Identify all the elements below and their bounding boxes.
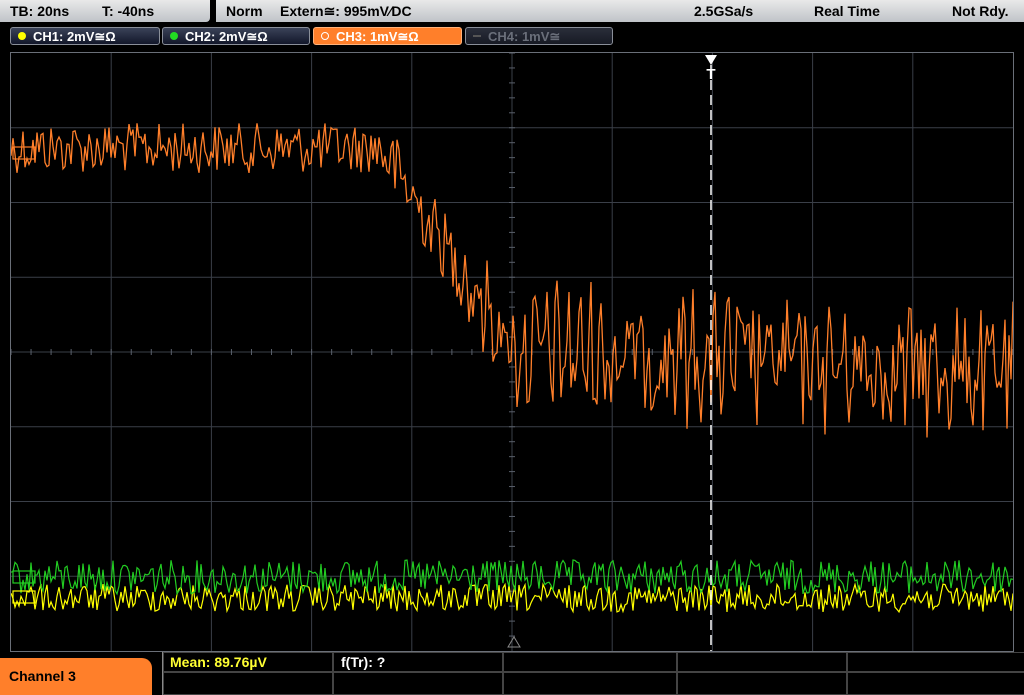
measurement-cell[interactable] <box>503 652 677 672</box>
measurement-cell[interactable] <box>677 652 847 672</box>
trigger-marker-label: T <box>706 66 715 83</box>
channel-1-label: CH1: 2mV≅Ω <box>33 29 116 44</box>
measurement-cell[interactable] <box>847 652 1024 672</box>
channel-2-label: CH2: 2mV≅Ω <box>185 29 268 44</box>
waveform-canvas: T <box>11 53 1013 651</box>
channel-1-indicator-icon <box>18 32 26 40</box>
waveform-display[interactable]: T <box>10 52 1014 652</box>
timebase-value: TB: 20ns <box>10 3 70 19</box>
channel-1-button[interactable]: CH1: 2mV≅Ω <box>10 27 160 45</box>
channel-3-button[interactable]: CH3: 1mV≅Ω <box>313 27 462 45</box>
channel-3-label: CH3: 1mV≅Ω <box>336 29 419 44</box>
measurement-cell[interactable] <box>163 672 333 695</box>
rise-frequency-measurement: f(Tr): ? <box>341 654 386 670</box>
measurement-cell[interactable] <box>333 672 503 695</box>
acquisition-panel[interactable]: Norm Extern≅: 995mV∕DC 2.5GSa/s Real Tim… <box>216 0 1024 22</box>
channel-3-indicator-icon <box>321 32 329 40</box>
measurement-cell[interactable] <box>677 672 847 695</box>
channel-3-tab[interactable]: Channel 3 <box>0 658 152 695</box>
measurement-cell[interactable] <box>503 672 677 695</box>
trigger-source: Extern≅: 995mV∕DC <box>280 3 412 19</box>
acquisition-mode: Real Time <box>814 3 880 19</box>
channel-4-button[interactable]: CH4: 1mV≅ <box>465 27 613 45</box>
measurement-table: Mean: 89.76µV f(Tr): ? <box>162 652 1024 695</box>
trigger-position-arrow-icon[interactable] <box>705 55 717 65</box>
status-bar: TB: 20ns T: -40ns Norm Extern≅: 995mV∕DC… <box>0 0 1024 24</box>
trigger-time-value: T: -40ns <box>102 3 155 19</box>
measurement-cell[interactable] <box>847 672 1024 695</box>
channel-2-button[interactable]: CH2: 2mV≅Ω <box>162 27 310 45</box>
time-reference-marker-icon <box>507 636 521 648</box>
channel-1-offset-marker-icon[interactable] <box>12 590 36 604</box>
channel-4-indicator-icon <box>473 35 481 37</box>
channel-bar: CH1: 2mV≅Ω CH2: 2mV≅Ω CH3: 1mV≅Ω CH4: 1m… <box>0 24 1024 50</box>
mean-measurement: Mean: 89.76µV <box>170 654 267 670</box>
measurement-bar: Channel 3 Mean: 89.76µV f(Tr): ? <box>0 652 1024 695</box>
channel-2-indicator-icon <box>170 32 178 40</box>
channel-4-label: CH4: 1mV≅ <box>488 29 561 44</box>
trigger-mode: Norm <box>226 3 263 19</box>
sample-rate: 2.5GSa/s <box>694 3 754 19</box>
acquisition-state: Not Rdy. <box>952 3 1009 19</box>
timebase-panel[interactable]: TB: 20ns T: -40ns <box>0 0 210 22</box>
